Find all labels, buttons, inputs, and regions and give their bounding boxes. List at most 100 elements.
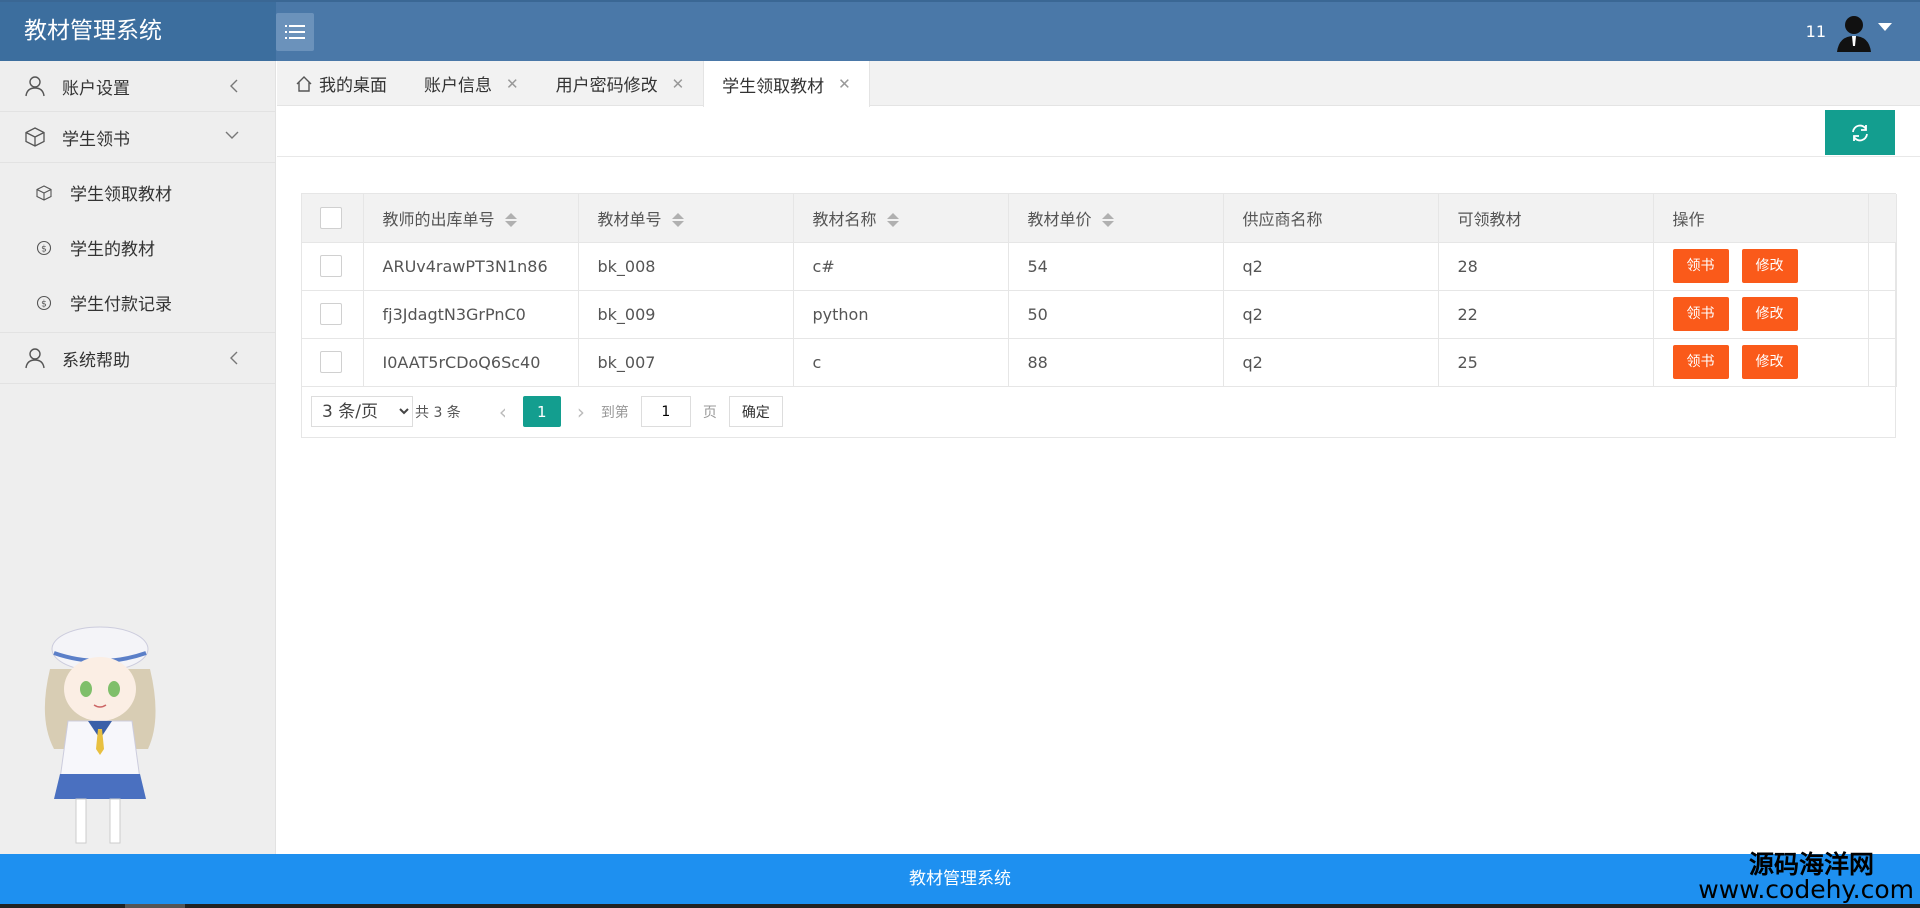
prev-page-icon[interactable]: ‹: [499, 400, 507, 424]
select-all-cell: [302, 194, 364, 243]
cell-spacer: [1868, 338, 1897, 387]
next-page-icon[interactable]: ›: [577, 400, 585, 424]
goto-confirm-button[interactable]: 确定: [728, 396, 783, 427]
app-logo-title: 教材管理系统: [0, 2, 276, 61]
column-header-book-name[interactable]: 教材名称: [793, 194, 1009, 243]
row-checkbox[interactable]: [320, 351, 342, 373]
receive-book-button[interactable]: 领书: [1672, 297, 1729, 331]
cell-actions: 领书 修改: [1653, 290, 1869, 339]
tab-password-change[interactable]: 用户密码修改 ✕: [538, 61, 704, 106]
user-menu[interactable]: 11: [1806, 2, 1892, 61]
total-count: 共 3 条: [415, 404, 461, 421]
chevron-down-icon: [1878, 22, 1892, 31]
cube-icon: [25, 127, 45, 147]
cell-available: 22: [1438, 290, 1654, 339]
page-label: 页: [702, 404, 717, 421]
watermark-line1: 源码海洋网: [1748, 850, 1874, 879]
select-all-checkbox[interactable]: [320, 206, 342, 229]
cell-actions: 领书 修改: [1653, 338, 1869, 387]
sidebar-group-label: 学生领书: [62, 129, 130, 150]
close-icon[interactable]: ✕: [838, 75, 851, 93]
user-icon: [25, 348, 45, 369]
column-label: 操作: [1672, 209, 1705, 229]
refresh-button[interactable]: [1825, 110, 1895, 155]
sidebar-item-payment-records[interactable]: $ 学生付款记录: [0, 275, 275, 330]
taskbar-strip: [0, 904, 1920, 908]
tab-receive-books[interactable]: 学生领取教材 ✕: [703, 61, 870, 107]
receive-book-button[interactable]: 领书: [1672, 249, 1729, 283]
chevron-left-icon: [230, 351, 238, 365]
tab-label: 用户密码修改: [555, 76, 658, 96]
menu-toggle-button[interactable]: [276, 13, 314, 51]
sidebar-group-help[interactable]: 系统帮助: [0, 333, 275, 384]
column-header-order-no[interactable]: 教师的出库单号: [363, 194, 579, 243]
row-select-cell: [302, 242, 364, 291]
column-label: 教材单价: [1027, 209, 1092, 229]
mascot-illustration: [44, 626, 156, 844]
sidebar-item-student-books[interactable]: $ 学生的教材: [0, 220, 275, 275]
receive-book-button[interactable]: 领书: [1672, 345, 1729, 379]
edit-button[interactable]: 修改: [1741, 345, 1798, 379]
svg-text:$: $: [41, 299, 47, 309]
tab-label: 账户信息: [424, 76, 492, 96]
dollar-icon: $: [36, 240, 52, 255]
row-checkbox[interactable]: [320, 255, 342, 277]
sidebar-submenu: 学生领取教材 $ 学生的教材 $ 学生付款记录: [0, 163, 275, 333]
cell-order-no: fj3JdagtN3GrPnC0: [363, 290, 579, 339]
column-header-book-no[interactable]: 教材单号: [578, 194, 794, 243]
cell-price: 50: [1008, 290, 1224, 339]
cube-icon: [36, 184, 52, 201]
page-size-select[interactable]: 3 条/页: [311, 396, 413, 427]
user-name: 11: [1805, 22, 1826, 41]
sort-icon[interactable]: [671, 212, 684, 228]
cell-book-no: bk_008: [578, 242, 794, 291]
row-select-cell: [302, 290, 364, 339]
pagination: 3 条/页 共 3 条 ‹ 1 › 到第 页 确定: [302, 387, 1895, 437]
chevron-left-icon: [230, 79, 238, 93]
list-menu-icon: [285, 25, 305, 39]
close-icon[interactable]: ✕: [672, 75, 685, 93]
tab-my-desktop[interactable]: 我的桌面: [277, 61, 406, 106]
goto-label: 到第: [600, 404, 629, 421]
column-label: 教材名称: [812, 209, 877, 229]
sidebar-group-label: 账户设置: [62, 78, 130, 99]
tab-account-info[interactable]: 账户信息 ✕: [406, 61, 538, 106]
edit-button[interactable]: 修改: [1741, 249, 1798, 283]
avatar: [1837, 15, 1871, 52]
sort-icon[interactable]: [886, 212, 899, 228]
sidebar-group-account[interactable]: 账户设置: [0, 61, 275, 112]
cell-supplier: q2: [1223, 290, 1439, 339]
row-checkbox[interactable]: [320, 303, 342, 325]
cell-spacer: [1868, 242, 1897, 291]
refresh-icon: [1852, 124, 1868, 141]
taskbar-indicator: [125, 904, 185, 908]
edit-button[interactable]: 修改: [1741, 297, 1798, 331]
column-header-price[interactable]: 教材单价: [1008, 194, 1224, 243]
table-row: fj3JdagtN3GrPnC0 bk_009 python 50 q2 22 …: [302, 290, 1897, 339]
sort-icon[interactable]: [504, 212, 517, 228]
watermark-line2: www.codehy.com: [1698, 875, 1914, 904]
cell-price: 54: [1008, 242, 1224, 291]
sidebar-item-receive-books[interactable]: 学生领取教材: [0, 165, 275, 220]
user-icon: [25, 76, 45, 97]
table-header-row: 教师的出库单号 教材单号 教材名称 教材单价 供应商名称 可领教材 操作: [302, 194, 1897, 243]
sidebar-group-student-books[interactable]: 学生领书: [0, 112, 275, 163]
cell-supplier: q2: [1223, 338, 1439, 387]
svg-text:$: $: [41, 244, 47, 254]
chevron-down-icon: [225, 131, 239, 139]
cell-book-name: python: [793, 290, 1009, 339]
column-label: 教师的出库单号: [382, 209, 495, 229]
close-icon[interactable]: ✕: [506, 75, 519, 93]
current-page-button[interactable]: 1: [522, 396, 561, 427]
sidebar-item-label: 学生的教材: [70, 240, 155, 260]
sidebar-group-label: 系统帮助: [62, 350, 130, 371]
cell-actions: 领书 修改: [1653, 242, 1869, 291]
table-row: ARUv4rawPT3N1n86 bk_008 c# 54 q2 28 领书 修改: [302, 242, 1897, 291]
tab-label: 学生领取教材: [722, 76, 825, 97]
goto-page-input[interactable]: [640, 396, 691, 427]
watermark: 源码海洋网 www.codehy.com: [1698, 852, 1914, 902]
top-header: 教材管理系统 11: [0, 0, 1920, 61]
tab-bar: 我的桌面 账户信息 ✕ 用户密码修改 ✕ 学生领取教材 ✕: [277, 61, 1920, 107]
sort-icon[interactable]: [1101, 212, 1114, 228]
home-icon: [296, 75, 312, 92]
